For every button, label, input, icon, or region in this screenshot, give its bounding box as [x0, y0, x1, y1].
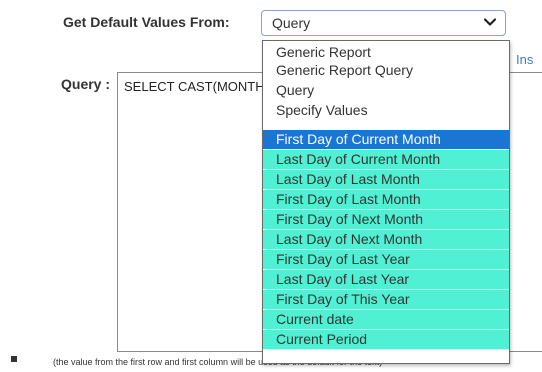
dropdown-option[interactable]: Last Day of Last Month: [263, 170, 509, 189]
select-value: Query: [272, 15, 311, 31]
dropdown-option[interactable]: First Day of Last Month: [263, 190, 509, 209]
default-values-select[interactable]: Query: [261, 10, 506, 36]
dropdown-option[interactable]: Generic Report: [263, 43, 509, 62]
dropdown-option[interactable]: Last Day of Last Year: [263, 270, 509, 289]
dropdown-option[interactable]: First Day of Current Month: [263, 130, 509, 149]
dropdown-option[interactable]: Generic Report Query: [263, 61, 509, 80]
chevron-down-icon: [483, 18, 497, 26]
dropdown-option[interactable]: Last Day of Next Month: [263, 230, 509, 249]
dropdown-option[interactable]: Current date: [263, 310, 509, 329]
default-values-label: Get Default Values From:: [63, 14, 230, 30]
insert-link[interactable]: Ins: [516, 52, 533, 67]
dropdown-option[interactable]: Specify Values: [263, 101, 509, 120]
dropdown-option[interactable]: Last Day of Current Month: [263, 150, 509, 169]
square-bullet-icon: [11, 356, 17, 362]
query-label: Query :: [61, 76, 111, 92]
dropdown-option[interactable]: First Day of This Year: [263, 290, 509, 309]
dropdown-list[interactable]: Generic Report Generic Report Query Query S…: [262, 40, 510, 364]
dropdown-option[interactable]: Query: [263, 81, 509, 100]
dropdown-option[interactable]: First Day of Next Month: [263, 210, 509, 229]
dropdown-option[interactable]: First Day of Last Year: [263, 250, 509, 269]
dropdown-option[interactable]: Current Period: [263, 330, 509, 349]
